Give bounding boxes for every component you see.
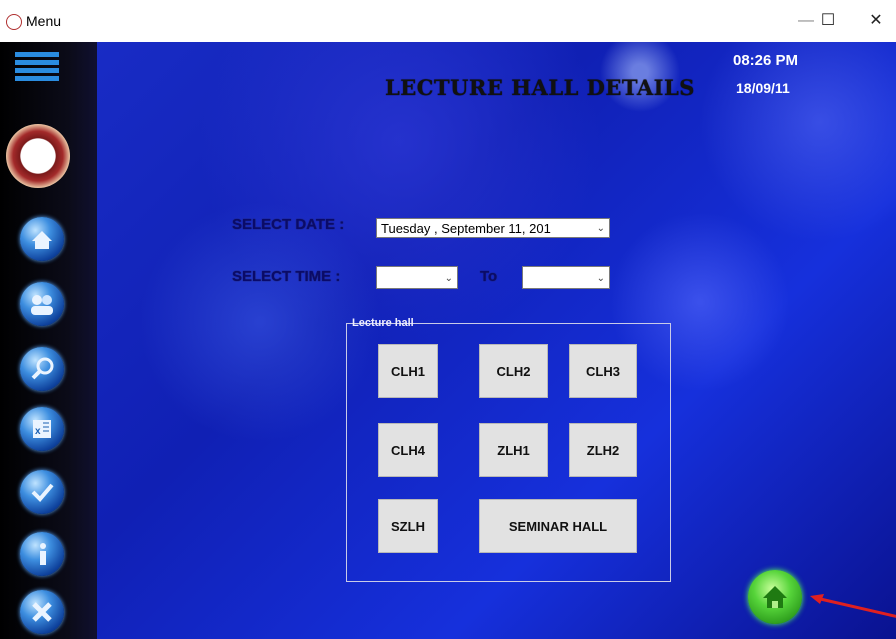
- zlh1-button[interactable]: ZLH1: [479, 423, 548, 477]
- date-picker-value: Tuesday , September 11, 201: [381, 221, 551, 236]
- window-titlebar: Menu — ☐ ✕: [0, 0, 896, 43]
- close-button[interactable]: ✕: [856, 8, 896, 34]
- window-title: Menu: [26, 13, 62, 29]
- users-icon[interactable]: [20, 282, 64, 326]
- search-icon[interactable]: [20, 347, 64, 391]
- home-icon: [763, 586, 787, 608]
- lecture-hall-legend: Lecture hall: [352, 317, 414, 329]
- maximize-button[interactable]: ☐: [808, 8, 848, 34]
- time-from-select[interactable]: ⌄: [376, 266, 458, 289]
- clh1-button[interactable]: CLH1: [378, 344, 438, 398]
- app-icon: [6, 14, 22, 30]
- to-label: To: [480, 268, 498, 285]
- szlh-button[interactable]: SZLH: [378, 499, 438, 553]
- clh3-button[interactable]: CLH3: [569, 344, 637, 398]
- exit-icon[interactable]: [20, 590, 64, 634]
- select-date-label: SELECT DATE :: [232, 216, 345, 233]
- home-button[interactable]: [748, 570, 802, 624]
- zlh2-button[interactable]: ZLH2: [569, 423, 637, 477]
- seminar-hall-button[interactable]: SEMINAR HALL: [479, 499, 637, 553]
- select-time-label: SELECT TIME :: [232, 268, 341, 285]
- svg-text:x: x: [35, 426, 41, 437]
- excel-icon[interactable]: x: [20, 407, 64, 451]
- info-icon[interactable]: [20, 532, 64, 576]
- clh2-button[interactable]: CLH2: [479, 344, 548, 398]
- pointer-arrow-annotation: [810, 594, 896, 618]
- chevron-down-icon: ⌄: [596, 273, 605, 284]
- sidebar: x: [0, 42, 97, 639]
- main-area: x LECTURE HALL DETAILS 08:26 PM 18/09/11…: [0, 42, 896, 639]
- emblem-logo: [6, 124, 70, 188]
- check-icon[interactable]: [20, 470, 64, 514]
- time-to-select[interactable]: ⌄: [522, 266, 610, 289]
- chevron-down-icon: ⌄: [596, 223, 605, 234]
- date-picker[interactable]: Tuesday , September 11, 201 ⌄: [376, 218, 610, 238]
- clh4-button[interactable]: CLH4: [378, 423, 438, 477]
- chevron-down-icon: ⌄: [444, 273, 453, 284]
- clock-time: 08:26 PM: [733, 52, 799, 69]
- clock-date: 18/09/11: [736, 80, 790, 96]
- home-icon[interactable]: [20, 217, 64, 261]
